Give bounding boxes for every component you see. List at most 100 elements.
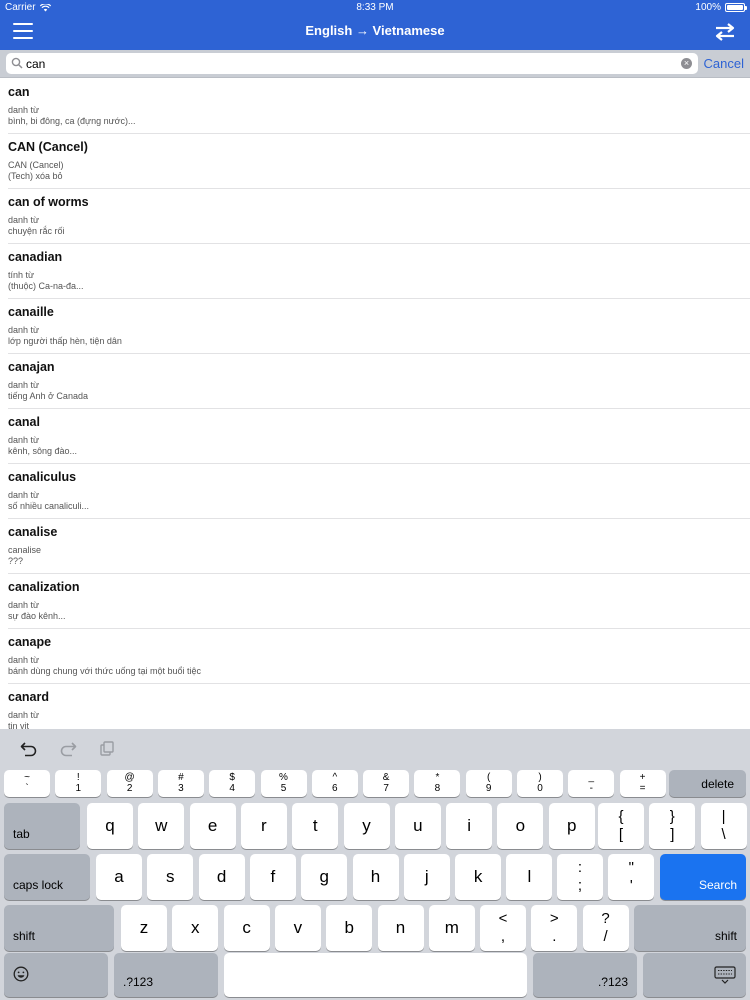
result-row[interactable]: canaille danh từ lớp người thấp hèn, tiện …: [8, 299, 750, 354]
letter-key-p[interactable]: p: [548, 803, 595, 849]
result-meaning: ???: [8, 556, 24, 566]
symbol-key[interactable]: }]: [649, 803, 696, 849]
letter-key-e[interactable]: e: [189, 803, 236, 849]
result-row[interactable]: canard danh từ tin vịt: [8, 684, 750, 729]
result-row[interactable]: canal danh từ kênh, sông đào...: [8, 409, 750, 464]
number-key[interactable]: #3: [157, 770, 204, 797]
symbol-key[interactable]: :;: [557, 854, 603, 900]
symbol-key[interactable]: <,: [480, 905, 526, 951]
result-row[interactable]: CAN (Cancel) CAN (Cancel) (Tech) xóa bỏ: [8, 134, 750, 189]
letter-key-v[interactable]: v: [274, 905, 321, 951]
letter-key-a[interactable]: a: [96, 854, 142, 900]
symbol-key[interactable]: {[: [598, 803, 644, 849]
number-key[interactable]: (9: [465, 770, 512, 797]
key-top-label: |: [721, 808, 726, 825]
number-key[interactable]: ~ `: [4, 770, 50, 797]
result-row[interactable]: canape danh từ bánh dùng chung với thức uố…: [8, 629, 750, 684]
swap-arrows-icon[interactable]: [714, 22, 736, 42]
letter-key-w[interactable]: w: [138, 803, 185, 849]
symbol-key[interactable]: " ': [608, 854, 655, 900]
letter-key-o[interactable]: o: [497, 803, 544, 849]
key-bottom-label: 7: [383, 783, 389, 794]
numbers-right-key[interactable]: .?123: [533, 953, 637, 997]
letter-key-d[interactable]: d: [198, 854, 245, 900]
result-row[interactable]: canalization danh từ sự đào kênh...: [8, 574, 750, 629]
shift-left-key[interactable]: shift: [4, 905, 114, 951]
letter-key-f[interactable]: f: [249, 854, 296, 900]
undo-icon[interactable]: [20, 739, 38, 757]
numbers-label: .?123: [597, 975, 628, 989]
letter-key-x[interactable]: x: [172, 905, 219, 951]
letter-key-m[interactable]: m: [428, 905, 475, 951]
key-top-label: (: [487, 772, 491, 783]
letter-key-g[interactable]: g: [301, 854, 348, 900]
letter-key-k[interactable]: k: [455, 854, 502, 900]
search-field[interactable]: ×: [6, 53, 698, 74]
key-label: k: [473, 867, 483, 886]
result-meaning: bánh dùng chung với thức uống tại một bu…: [8, 666, 202, 676]
space-key[interactable]: [224, 953, 527, 997]
number-key[interactable]: $4: [209, 770, 256, 797]
letter-key-h[interactable]: h: [352, 854, 399, 900]
letter-key-q[interactable]: q: [87, 803, 133, 849]
result-row[interactable]: canaliculus danh từ số nhiều canaliculi...: [8, 464, 750, 519]
search-input[interactable]: [26, 54, 666, 73]
number-key[interactable]: & 7: [363, 770, 410, 797]
key-bottom-label: 4: [229, 783, 235, 794]
letter-key-i[interactable]: i: [446, 803, 493, 849]
number-key[interactable]: + =: [619, 770, 666, 797]
status-bar: Carrier 8:33 PM 100%: [0, 0, 750, 15]
cancel-button[interactable]: Cancel: [704, 56, 744, 71]
number-key[interactable]: ) 0: [517, 770, 563, 797]
result-row[interactable]: canadian tính từ (thuộc) Ca-na-đa...: [8, 244, 750, 299]
key-label: e: [207, 816, 218, 835]
number-key[interactable]: * 8: [414, 770, 461, 797]
battery-icon: [725, 3, 747, 12]
result-part-of-speech: danh từ: [8, 325, 40, 335]
result-row[interactable]: canajan danh từ tiếng Anh ở Canada: [8, 354, 750, 409]
tab-key[interactable]: tab: [4, 803, 80, 849]
number-key[interactable]: ^ 6: [311, 770, 358, 797]
tab-label: tab: [13, 827, 30, 841]
letter-key-y[interactable]: y: [343, 803, 390, 849]
letter-key-l[interactable]: l: [506, 854, 553, 900]
letter-key-u[interactable]: u: [394, 803, 441, 849]
result-row[interactable]: can of worms danh từ chuyện rắc rối: [8, 189, 750, 244]
search-key[interactable]: Search: [660, 854, 746, 900]
redo-icon[interactable]: [59, 739, 77, 757]
result-row[interactable]: can danh từ bình, bi đông, ca (đựng nước).…: [8, 79, 750, 134]
key-bottom-label: 5: [280, 783, 287, 794]
letter-key-s[interactable]: s: [147, 854, 194, 900]
number-key[interactable]: _ -: [568, 770, 615, 797]
emoji-key[interactable]: [4, 953, 108, 997]
delete-key[interactable]: delete: [669, 770, 746, 797]
letter-key-c[interactable]: c: [223, 905, 270, 951]
result-part-of-speech: danh từ: [8, 600, 40, 610]
letter-key-b[interactable]: b: [326, 905, 373, 951]
letter-key-j[interactable]: j: [403, 854, 450, 900]
symbol-key[interactable]: ? /: [582, 905, 629, 951]
key-label: n: [395, 918, 406, 937]
numbers-left-key[interactable]: .?123: [114, 953, 218, 997]
symbol-key[interactable]: | \: [700, 803, 747, 849]
result-meaning: tin vịt: [8, 721, 30, 729]
search-key-label: Search: [698, 878, 737, 892]
result-word: canaille: [8, 305, 54, 319]
caps-lock-key[interactable]: caps lock: [4, 854, 90, 900]
letter-key-z[interactable]: z: [121, 905, 167, 951]
result-word: canadian: [8, 250, 63, 264]
result-part-of-speech: danh từ: [8, 435, 40, 445]
letter-key-r[interactable]: r: [240, 803, 287, 849]
paste-icon[interactable]: [98, 739, 116, 757]
letter-key-t[interactable]: t: [292, 803, 339, 849]
number-key[interactable]: @2: [106, 770, 153, 797]
number-key[interactable]: ! 1: [55, 770, 102, 797]
search-bar: × Cancel: [0, 50, 750, 78]
keyboard-dismiss-key[interactable]: [643, 953, 746, 997]
result-row[interactable]: canalise canalise???: [8, 519, 750, 574]
clear-icon[interactable]: ×: [681, 58, 692, 69]
shift-right-key[interactable]: shift: [634, 905, 746, 951]
number-key[interactable]: % 5: [260, 770, 307, 797]
symbol-key[interactable]: >.: [531, 905, 578, 951]
letter-key-n[interactable]: n: [377, 905, 424, 951]
